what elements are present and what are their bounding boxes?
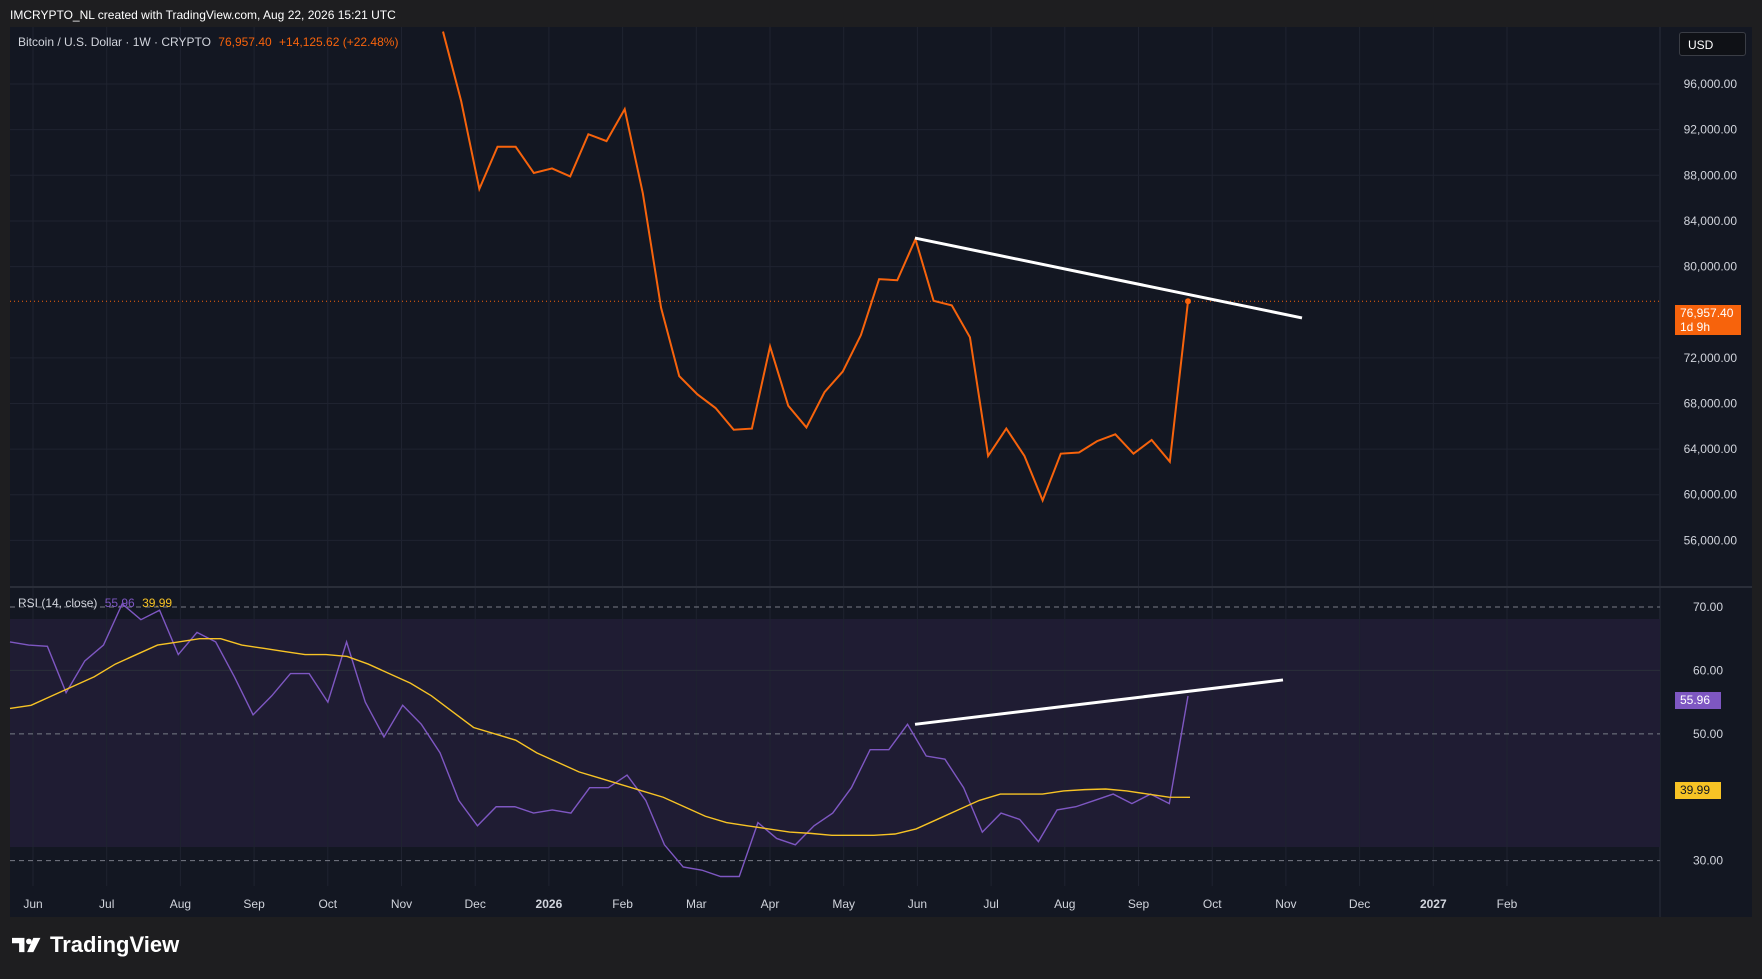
time-tick-label: Dec: [465, 897, 486, 911]
price-tag: 76,957.40 1d 9h: [1675, 305, 1741, 335]
rsi-legend-title: RSI (14, close): [18, 596, 98, 610]
symbol-label: Bitcoin / U.S. Dollar · 1W · CRYPTO: [18, 35, 211, 49]
change-label: +14,125.62 (+22.48%): [279, 35, 399, 49]
time-tick-label: Dec: [1349, 897, 1370, 911]
rsi-ma-legend-value: 39.99: [142, 596, 173, 610]
price-tag-countdown: 1d 9h: [1680, 320, 1711, 334]
tradingview-logo-icon: [12, 937, 41, 953]
time-tick-label: Nov: [1275, 897, 1296, 911]
time-tick-label: Sep: [243, 897, 265, 911]
rsi-value-tag: 55.96: [1675, 692, 1721, 709]
main-pane-bg: [10, 27, 1660, 586]
time-tick-label: May: [832, 897, 855, 911]
time-tick-label: Aug: [1054, 897, 1075, 911]
price-tick-label: 92,000.00: [1684, 123, 1738, 137]
time-tick-label: Jul: [99, 897, 114, 911]
rsi-tick-label: 60.00: [1693, 663, 1723, 677]
time-tick-label: Sep: [1128, 897, 1150, 911]
rsi-tick-label: 30.00: [1693, 854, 1723, 868]
price-tick-label: 96,000.00: [1684, 77, 1738, 91]
chart-canvas[interactable]: Jun Jul Aug Sep Oct Nov Dec 2026 Feb Mar Apr May Jun…: [0, 0, 1762, 979]
time-tick-label: Feb: [612, 897, 633, 911]
tradingview-brand[interactable]: TradingView: [12, 932, 179, 958]
price-tick-label: 84,000.00: [1684, 214, 1738, 228]
rsi-tick-label: 70.00: [1693, 600, 1723, 614]
time-tick-label: Mar: [686, 897, 707, 911]
price-tick-label: 68,000.00: [1684, 396, 1738, 410]
time-tick-label: Aug: [170, 897, 191, 911]
price-tick-label: 72,000.00: [1684, 351, 1738, 365]
time-tick-label: Jun: [23, 897, 42, 911]
time-tick-label: 2026: [536, 897, 563, 911]
price-tick-label: 64,000.00: [1684, 442, 1738, 456]
time-tick-label: Nov: [391, 897, 412, 911]
price-tick-label: 88,000.00: [1684, 168, 1738, 182]
rsi-legend-value: 55.96: [104, 596, 135, 610]
last-price-label: 76,957.40: [218, 35, 272, 49]
currency-button[interactable]: USD: [1679, 32, 1746, 56]
main-legend: Bitcoin / U.S. Dollar · 1W · CRYPTO 76,9…: [18, 35, 402, 49]
time-tick-label: Oct: [1203, 897, 1222, 911]
time-tick-label: Apr: [761, 897, 780, 911]
time-tick-label: Feb: [1497, 897, 1518, 911]
time-tick-label: Oct: [318, 897, 337, 911]
rsi-tick-label: 50.00: [1693, 727, 1723, 741]
price-tick-label: 56,000.00: [1684, 533, 1738, 547]
time-tick-label: Jul: [983, 897, 998, 911]
price-tag-value: 76,957.40: [1680, 306, 1734, 320]
price-tick-label: 60,000.00: [1684, 488, 1738, 502]
attribution-header: IMCRYPTO_NL created with TradingView.com…: [10, 8, 396, 22]
brand-label: TradingView: [50, 932, 180, 957]
time-tick-label: 2027: [1420, 897, 1447, 911]
rsi-band-fill: [10, 619, 1660, 847]
rsi-legend: RSI (14, close) 55.96 39.99: [18, 596, 176, 610]
time-tick-label: Jun: [908, 897, 927, 911]
rsi-ma-value-tag: 39.99: [1675, 782, 1721, 799]
price-tick-label: 80,000.00: [1684, 260, 1738, 274]
